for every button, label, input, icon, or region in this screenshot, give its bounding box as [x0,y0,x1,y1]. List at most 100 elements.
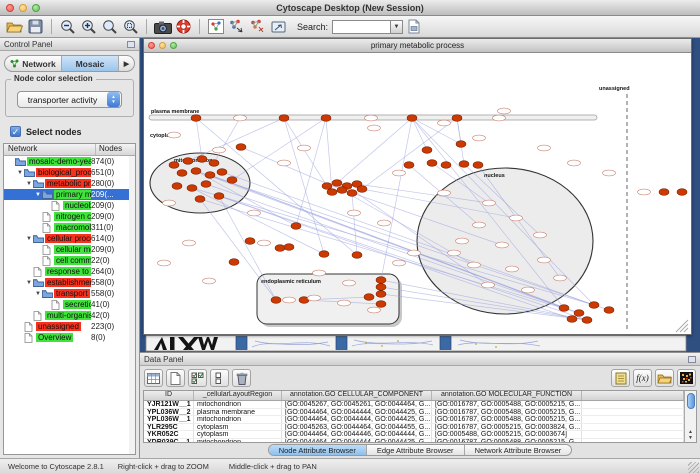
network-node-label[interactable] [308,295,321,301]
network-node-label[interactable] [473,222,486,228]
search-settings-button[interactable] [403,17,424,36]
network-node-label[interactable] [343,280,356,286]
network-node-label[interactable] [483,200,496,206]
network-node-label[interactable] [348,210,361,216]
create-network-from-selection-button[interactable] [226,17,247,36]
network-node-orange[interactable] [337,187,347,194]
network-node-label[interactable] [234,115,247,121]
network-node-label[interactable] [368,307,381,313]
scrollbar-arrows[interactable]: ▲▼ [685,429,696,441]
create-network-view-button[interactable] [205,17,226,36]
network-node-label[interactable] [554,275,567,281]
network-node-orange[interactable] [376,291,386,298]
network-node-orange[interactable] [191,168,201,175]
formula-builder-button[interactable]: f(x) [633,369,652,387]
network-node-orange[interactable] [574,310,584,317]
network-node-label[interactable] [534,232,547,238]
disclosure-triangle-icon[interactable]: ▼ [25,181,33,187]
network-node-orange[interactable] [284,244,294,251]
destroy-network-button[interactable] [247,17,268,36]
network-node-label[interactable] [473,135,486,141]
column-header-annotation.GO CELLULAR_COMPONENT[interactable]: annotation.GO CELLULAR_COMPONENT [282,391,432,400]
network-node-orange[interactable] [357,186,367,193]
column-header-ID[interactable]: ID [144,391,194,400]
network-node-orange[interactable] [327,189,337,196]
network-node-label[interactable] [278,160,291,166]
search-input[interactable] [332,20,390,34]
network-node-label[interactable] [163,200,176,206]
network-node-orange[interactable] [205,172,215,179]
tree-col-nodes[interactable]: Nodes [95,144,135,155]
disclosure-triangle-icon[interactable]: ▼ [25,280,33,286]
zoom-fit-button[interactable] [120,17,141,36]
network-node-label[interactable] [298,145,311,151]
tree-row-cellular-process[interactable]: ▼cellular process614(0) [4,233,129,244]
network-node-orange[interactable] [169,162,179,169]
network-node-orange[interactable] [567,316,577,323]
tree-row-secretion[interactable]: secretion41(0) [4,299,129,310]
network-node-orange[interactable] [275,245,285,252]
window-resize-grip[interactable] [688,462,699,473]
table-row-YJR121W__1[interactable]: YJR121W__1mitochondrion[GO:0045267, GO:0… [144,401,684,409]
column-header-_cellularLayoutRegion[interactable]: _cellularLayoutRegion [194,391,282,400]
table-row-YPL036W__1[interactable]: YPL036W__1mitochondrion[GO:0044464, GO:0… [144,416,684,424]
tree-row-nitrogen-compo[interactable]: nitrogen compo209(0) [4,211,129,222]
network-node-orange[interactable] [456,141,466,148]
network-node-label[interactable] [368,125,381,131]
network-node-label[interactable] [510,215,523,221]
network-node-orange[interactable] [321,115,331,122]
zoom-in-button[interactable] [78,17,99,36]
network-view-window[interactable]: primary metabolic process plasma membran… [143,38,692,335]
export-image-button[interactable] [152,17,173,36]
network-node-label[interactable] [482,282,495,288]
network-node-orange[interactable] [441,162,451,169]
network-node-orange[interactable] [291,223,301,230]
network-node-label[interactable] [456,238,469,244]
network-node-orange[interactable] [236,144,246,151]
table-row-YLR295C[interactable]: YLR295Ccytoplasm[GO:0045263, GO:0044464,… [144,424,684,432]
background-window-titlebar-fragment[interactable] [440,337,451,350]
tree-row-nucleobase-[interactable]: nucleobase-209(0) [4,200,129,211]
network-node-orange[interactable] [187,185,197,192]
network-node-orange[interactable] [172,183,182,190]
network-node-orange[interactable] [214,193,224,200]
network-node-orange[interactable] [364,294,374,301]
network-node-orange[interactable] [452,115,462,122]
tree-row-unassigned[interactable]: unassigned223(0) [4,321,129,332]
network-node-label[interactable] [568,160,581,166]
tabs-overflow-button[interactable]: ▶ [119,56,134,71]
tree-row-metabolic-process[interactable]: ▼metabolic process280(0) [4,178,129,189]
network-node-orange[interactable] [473,162,483,169]
network-node-label[interactable] [203,278,216,284]
network-node-orange[interactable] [422,147,432,154]
network-node-label[interactable] [438,190,451,196]
vizmapper-button[interactable] [268,17,289,36]
network-node-label[interactable] [248,210,261,216]
network-node-orange[interactable] [376,284,386,291]
create-attribute-button[interactable] [166,369,185,387]
matrix-view-button[interactable] [677,369,696,387]
tree-row-cell-communicat[interactable]: cell communicat22(0) [4,255,129,266]
network-node-label[interactable] [365,115,378,121]
network-node-orange[interactable] [322,183,332,190]
float-panel-icon[interactable] [127,41,135,48]
network-node-orange[interactable] [659,189,669,196]
network-node-label[interactable] [493,115,506,121]
zoom-selected-region-button[interactable] [99,17,120,36]
network-node-orange[interactable] [427,160,437,167]
tree-row-macromolecule[interactable]: macromolecule311(0) [4,222,129,233]
network-node-label[interactable] [258,240,271,246]
network-node-label[interactable] [603,170,616,176]
network-node-orange[interactable] [195,196,205,203]
disclosure-triangle-icon[interactable]: ▼ [16,170,24,176]
network-node-label[interactable] [213,147,226,153]
network-node-orange[interactable] [352,252,362,259]
network-node-label[interactable] [496,242,509,248]
tab-node-attribute-browser[interactable]: Node Attribute Browser [269,445,367,455]
delete-attribute-button[interactable] [232,369,251,387]
tree-row-transport[interactable]: ▼transport558(0) [4,288,129,299]
network-node-orange[interactable] [227,177,237,184]
network-node-label[interactable] [638,189,651,195]
network-node-label[interactable] [468,262,481,268]
network-node-label[interactable] [313,270,326,276]
